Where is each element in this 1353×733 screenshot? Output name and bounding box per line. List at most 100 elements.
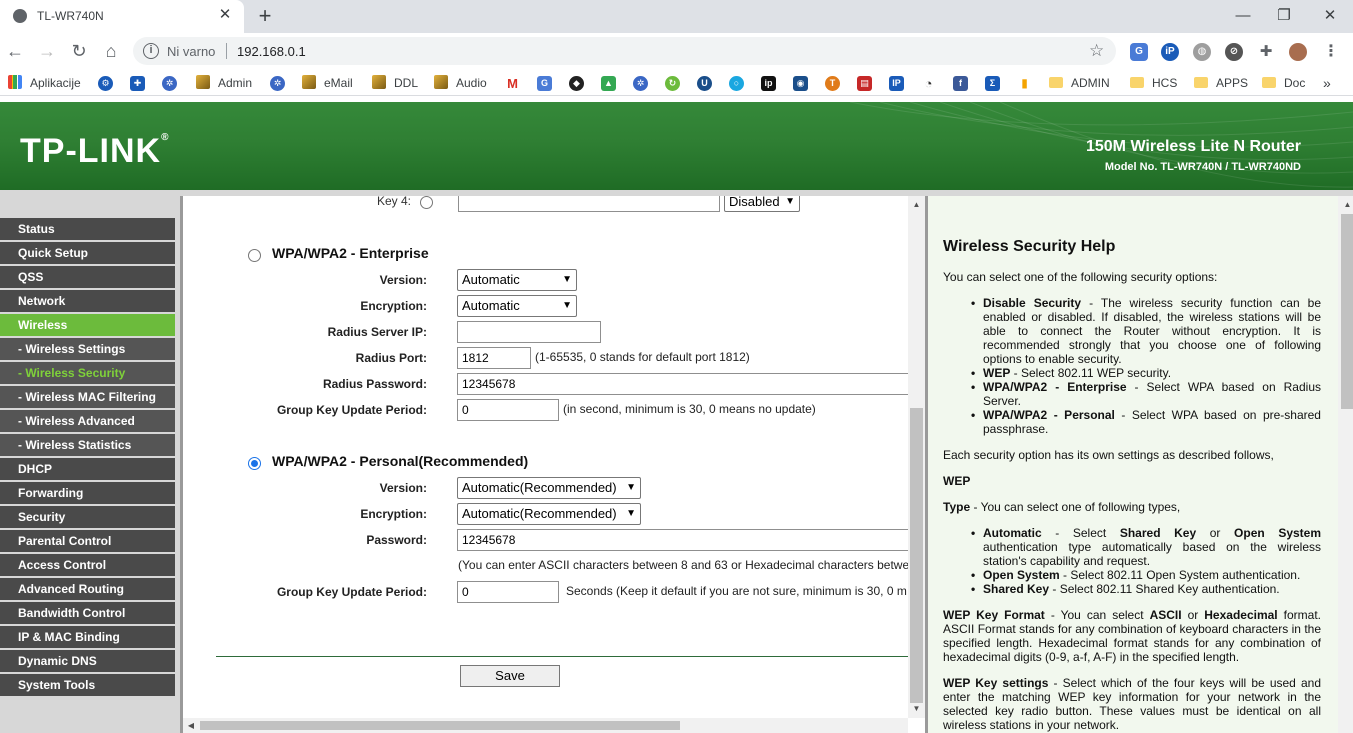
bookmark-folder-admin[interactable]: ADMIN [1049, 75, 1110, 91]
menu-advanced-routing[interactable]: Advanced Routing [0, 578, 175, 600]
bookmarks-overflow-icon[interactable]: » [1323, 75, 1331, 91]
personal-version-select[interactable]: Automatic(Recommended) ▼ [457, 477, 641, 499]
help-option-personal: WPA/WPA2 - Personal - Select WPA based o… [971, 408, 1321, 436]
vpn-extension-icon[interactable]: ⊘ [1225, 43, 1243, 61]
back-icon[interactable]: ← [2, 38, 28, 64]
key4-input[interactable] [458, 196, 720, 212]
menu-wireless-settings[interactable]: - Wireless Settings [0, 338, 175, 360]
network-bookmark-icon[interactable]: ✲ [162, 76, 177, 91]
new-tab-button[interactable]: + [252, 3, 278, 29]
menu-status[interactable]: Status [0, 218, 175, 240]
sigma-bookmark-icon[interactable]: Σ [985, 76, 1000, 91]
radius-password-input[interactable]: 12345678 [457, 373, 917, 395]
puzzle-bookmark-icon[interactable]: ✚ [130, 76, 145, 91]
drive-icon[interactable]: ▲ [601, 76, 616, 91]
help-scroll-up-icon[interactable]: ▲ [1339, 198, 1353, 212]
gear-bookmark-icon[interactable]: ⚙ [98, 76, 113, 91]
menu-parental-control[interactable]: Parental Control [0, 530, 175, 552]
save-button[interactable]: Save [460, 665, 560, 687]
radius-port-input[interactable]: 1812 [457, 347, 531, 369]
news-bookmark-icon[interactable]: ▤ [857, 76, 872, 91]
enterprise-gkup-input[interactable]: 0 [457, 399, 559, 421]
t-bookmark-icon[interactable]: T [825, 76, 840, 91]
personal-password-input[interactable]: 12345678 [457, 529, 917, 551]
u-bookmark-icon[interactable]: U [697, 76, 712, 91]
menu-wireless-security[interactable]: - Wireless Security [0, 362, 175, 384]
menu-ip-mac-binding[interactable]: IP & MAC Binding [0, 626, 175, 648]
menu-wireless[interactable]: Wireless [0, 314, 175, 336]
chart-bookmark-icon[interactable]: ▮ [1017, 76, 1032, 91]
enterprise-encryption-select[interactable]: Automatic ▼ [457, 295, 577, 317]
cloud-icon[interactable]: ◆ [569, 76, 584, 91]
address-bar[interactable]: i Ni varno 192.168.0.1 ☆ [133, 37, 1116, 65]
bookmark-email[interactable]: eMail [302, 75, 353, 91]
translate-icon[interactable]: G [537, 76, 552, 91]
bookmark-folder-apps[interactable]: APPS [1194, 75, 1248, 91]
menu-forwarding[interactable]: Forwarding [0, 482, 175, 504]
menu-access-control[interactable]: Access Control [0, 554, 175, 576]
scroll-down-icon[interactable]: ▼ [908, 702, 925, 716]
close-window-icon[interactable]: ✕ [1318, 4, 1342, 28]
menu-dynamic-dns[interactable]: Dynamic DNS [0, 650, 175, 672]
menu-wireless-advanced[interactable]: - Wireless Advanced [0, 410, 175, 432]
network3-bookmark-icon[interactable]: ✲ [633, 76, 648, 91]
ip-bookmark-icon[interactable]: ip [761, 76, 776, 91]
bookmark-audio[interactable]: Audio [434, 75, 487, 91]
menu-dhcp[interactable]: DHCP [0, 458, 175, 480]
enterprise-version-select[interactable]: Automatic ▼ [457, 269, 577, 291]
bookmark-star-icon[interactable]: ☆ [1089, 41, 1104, 61]
wifi-bookmark-icon[interactable]: ◉ [793, 76, 808, 91]
ip-extension-icon[interactable]: iP [1161, 43, 1179, 61]
help-scroll-thumb[interactable] [1341, 214, 1353, 409]
enterprise-radio[interactable] [248, 249, 261, 262]
menu-bandwidth-control[interactable]: Bandwidth Control [0, 602, 175, 624]
personal-encryption-select[interactable]: Automatic(Recommended) ▼ [457, 503, 641, 525]
url-text[interactable]: 192.168.0.1 [237, 44, 306, 59]
scroll-up-icon[interactable]: ▲ [908, 198, 925, 212]
personal-radio[interactable] [248, 457, 261, 470]
horizontal-scroll-thumb[interactable] [200, 721, 680, 730]
menu-system-tools[interactable]: System Tools [0, 674, 175, 696]
speedometer-icon[interactable]: ◔ [921, 76, 936, 91]
refresh-bookmark-icon[interactable]: ↻ [665, 76, 680, 91]
content-vertical-scrollbar[interactable]: ▲ ▼ [908, 196, 925, 718]
vertical-scroll-thumb[interactable] [910, 408, 923, 703]
help-scrollbar[interactable]: ▲ [1338, 196, 1353, 733]
menu-wireless-mac-filtering[interactable]: - Wireless MAC Filtering [0, 386, 175, 408]
close-tab-icon[interactable]: ✕ [216, 6, 234, 24]
key4-type-select[interactable]: Disabled ▼ [724, 196, 800, 212]
globe-extension-icon[interactable]: ◍ [1193, 43, 1211, 61]
home-icon[interactable]: ⌂ [98, 38, 124, 64]
ip2-bookmark-icon[interactable]: IP [889, 76, 904, 91]
reload-icon[interactable]: ↻ [66, 38, 92, 64]
browser-menu-icon[interactable]: ⋮ [1322, 43, 1340, 61]
bookmark-apps[interactable]: Aplikacije [8, 75, 81, 91]
info-icon[interactable]: i [143, 43, 159, 59]
bookmark-admin[interactable]: Admin [196, 75, 252, 91]
menu-quick-setup[interactable]: Quick Setup [0, 242, 175, 264]
ring-bookmark-icon[interactable]: ○ [729, 76, 744, 91]
profile-avatar[interactable] [1289, 43, 1307, 61]
facebook-icon[interactable]: f [953, 76, 968, 91]
bookmark-ddl[interactable]: DDL [372, 75, 418, 91]
menu-qss[interactable]: QSS [0, 266, 175, 288]
menu-wireless-statistics[interactable]: - Wireless Statistics [0, 434, 175, 456]
translate-extension-icon[interactable]: G [1130, 43, 1148, 61]
bookmark-folder-hcs[interactable]: HCS [1130, 75, 1177, 91]
help-term: Type [943, 500, 971, 514]
bookmark-folder-doc[interactable]: Doc [1262, 75, 1305, 91]
forward-icon[interactable]: → [34, 38, 60, 64]
gmail-icon[interactable]: M [505, 76, 520, 91]
personal-gkup-input[interactable]: 0 [457, 581, 559, 603]
browser-tab[interactable]: TL-WR740N ✕ [0, 0, 244, 33]
radius-ip-input[interactable] [457, 321, 601, 343]
menu-security[interactable]: Security [0, 506, 175, 528]
menu-network[interactable]: Network [0, 290, 175, 312]
scroll-left-icon[interactable]: ◀ [185, 719, 197, 733]
key4-radio[interactable] [420, 196, 433, 209]
network2-bookmark-icon[interactable]: ✲ [270, 76, 285, 91]
content-horizontal-scrollbar[interactable]: ◀ [183, 718, 908, 733]
minimize-icon[interactable]: — [1231, 4, 1255, 28]
restore-icon[interactable]: ❐ [1272, 4, 1296, 28]
extensions-puzzle-icon[interactable]: ✚ [1257, 43, 1275, 61]
